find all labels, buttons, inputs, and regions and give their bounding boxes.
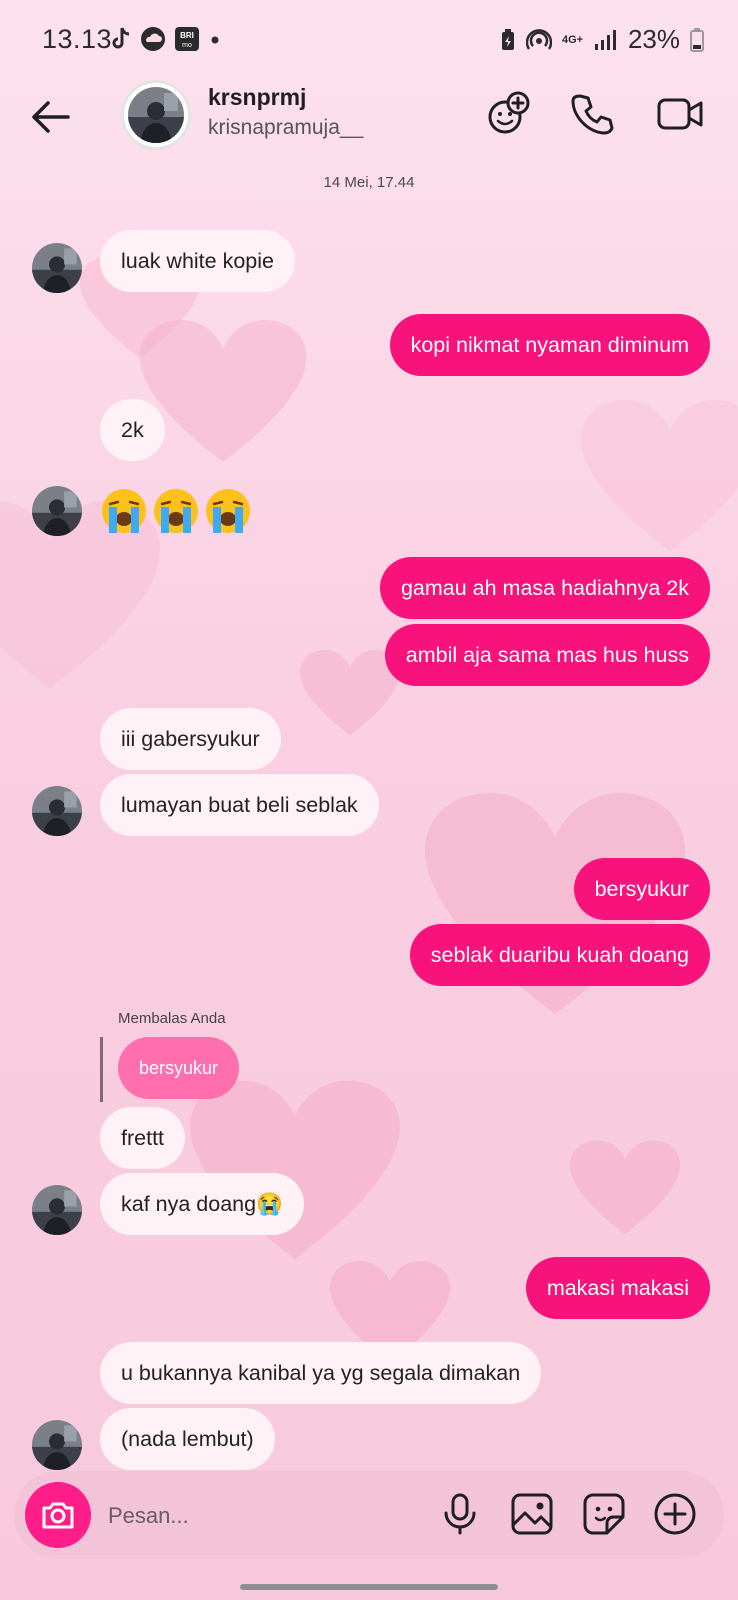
profile-avatar[interactable] xyxy=(121,80,191,150)
background-heart xyxy=(570,1140,680,1234)
avatar-photo xyxy=(32,243,82,293)
gallery-icon[interactable] xyxy=(509,1491,555,1537)
crying-face-emoji-icon xyxy=(102,489,146,533)
incoming-message[interactable]: (nada lembut) xyxy=(100,1408,275,1470)
avatar[interactable] xyxy=(32,1420,82,1470)
brimo-icon: BRI mo xyxy=(175,27,199,51)
quoted-message[interactable]: bersyukur xyxy=(118,1037,240,1099)
incoming-message[interactable]: kaf nya doang😭 xyxy=(100,1173,304,1235)
outgoing-message[interactable]: ambil aja sama mas hus huss xyxy=(384,624,710,686)
avatar[interactable] xyxy=(32,1185,82,1235)
signal-icon xyxy=(594,29,616,50)
reply-label: Membalas Anda xyxy=(118,1010,226,1027)
tiktok-icon xyxy=(112,27,130,49)
incoming-message[interactable]: u bukannya kanibal ya yg segala dimakan xyxy=(100,1342,542,1404)
contact-username[interactable]: krisnapramuja__ xyxy=(208,116,363,140)
outgoing-message[interactable]: bersyukur xyxy=(573,858,710,920)
sticker-icon[interactable] xyxy=(581,1491,627,1537)
message-timestamp: 14 Mei, 17.44 xyxy=(323,174,415,191)
cloud-app-icon xyxy=(141,27,165,51)
incoming-message[interactable]: 2k xyxy=(100,399,165,461)
outgoing-message[interactable]: kopi nikmat nyaman diminum xyxy=(389,314,710,376)
avatar[interactable] xyxy=(32,786,82,836)
add-friend-icon[interactable] xyxy=(484,90,532,138)
microphone-icon[interactable] xyxy=(437,1491,483,1537)
avatar-photo xyxy=(32,1185,82,1235)
status-system-icons: 4G+ 23% xyxy=(500,24,704,55)
avatar[interactable] xyxy=(32,486,82,536)
incoming-message[interactable]: luak white kopie xyxy=(100,230,295,292)
avatar-photo xyxy=(32,786,82,836)
emoji-message[interactable] xyxy=(100,487,252,535)
contact-name[interactable]: krsnprmj xyxy=(208,84,306,111)
battery-icon xyxy=(690,27,704,52)
chat-header: krsnprmj krisnapramuja__ xyxy=(0,80,738,180)
battery-saver-icon xyxy=(501,28,514,50)
outgoing-message[interactable]: makasi makasi xyxy=(525,1257,710,1319)
background-heart xyxy=(300,650,400,735)
avatar xyxy=(128,87,184,143)
avatar-photo xyxy=(128,87,184,143)
incoming-message[interactable]: frettt xyxy=(100,1107,186,1169)
reply-indicator-bar xyxy=(100,1037,103,1102)
camera-button[interactable] xyxy=(25,1482,91,1548)
svg-text:mo: mo xyxy=(182,42,192,49)
hotspot-icon xyxy=(525,28,552,50)
outgoing-message[interactable]: gamau ah masa hadiahnya 2k xyxy=(379,557,710,619)
crying-face-emoji-icon xyxy=(154,489,198,533)
video-call-icon[interactable] xyxy=(656,90,704,138)
back-arrow-icon[interactable] xyxy=(26,92,76,142)
camera-icon xyxy=(42,1502,74,1529)
home-indicator[interactable] xyxy=(240,1584,498,1590)
phone-icon[interactable] xyxy=(568,90,616,138)
status-time: 13.13 xyxy=(42,24,113,54)
background-heart xyxy=(139,320,307,462)
dot-icon xyxy=(211,36,219,44)
crying-face-emoji-icon xyxy=(206,489,250,533)
battery-percent: 23% xyxy=(627,24,680,54)
avatar-photo xyxy=(32,486,82,536)
plus-icon[interactable] xyxy=(652,1491,698,1537)
outgoing-message[interactable]: seblak duaribu kuah doang xyxy=(409,924,710,986)
background-heart xyxy=(581,400,738,552)
network-type-label: 4G+ xyxy=(561,33,584,46)
incoming-message[interactable]: iii gabersyukur xyxy=(100,708,281,770)
status-notification-icons: BRI mo xyxy=(110,26,222,52)
message-input[interactable] xyxy=(106,1471,410,1561)
avatar[interactable] xyxy=(32,243,82,293)
status-bar: 13.13 BRI mo 4G+ 23% xyxy=(0,0,738,80)
svg-text:BRI: BRI xyxy=(180,31,194,40)
incoming-message[interactable]: lumayan buat beli seblak xyxy=(100,774,379,836)
message-composer xyxy=(14,1471,724,1561)
avatar-photo xyxy=(32,1420,82,1470)
